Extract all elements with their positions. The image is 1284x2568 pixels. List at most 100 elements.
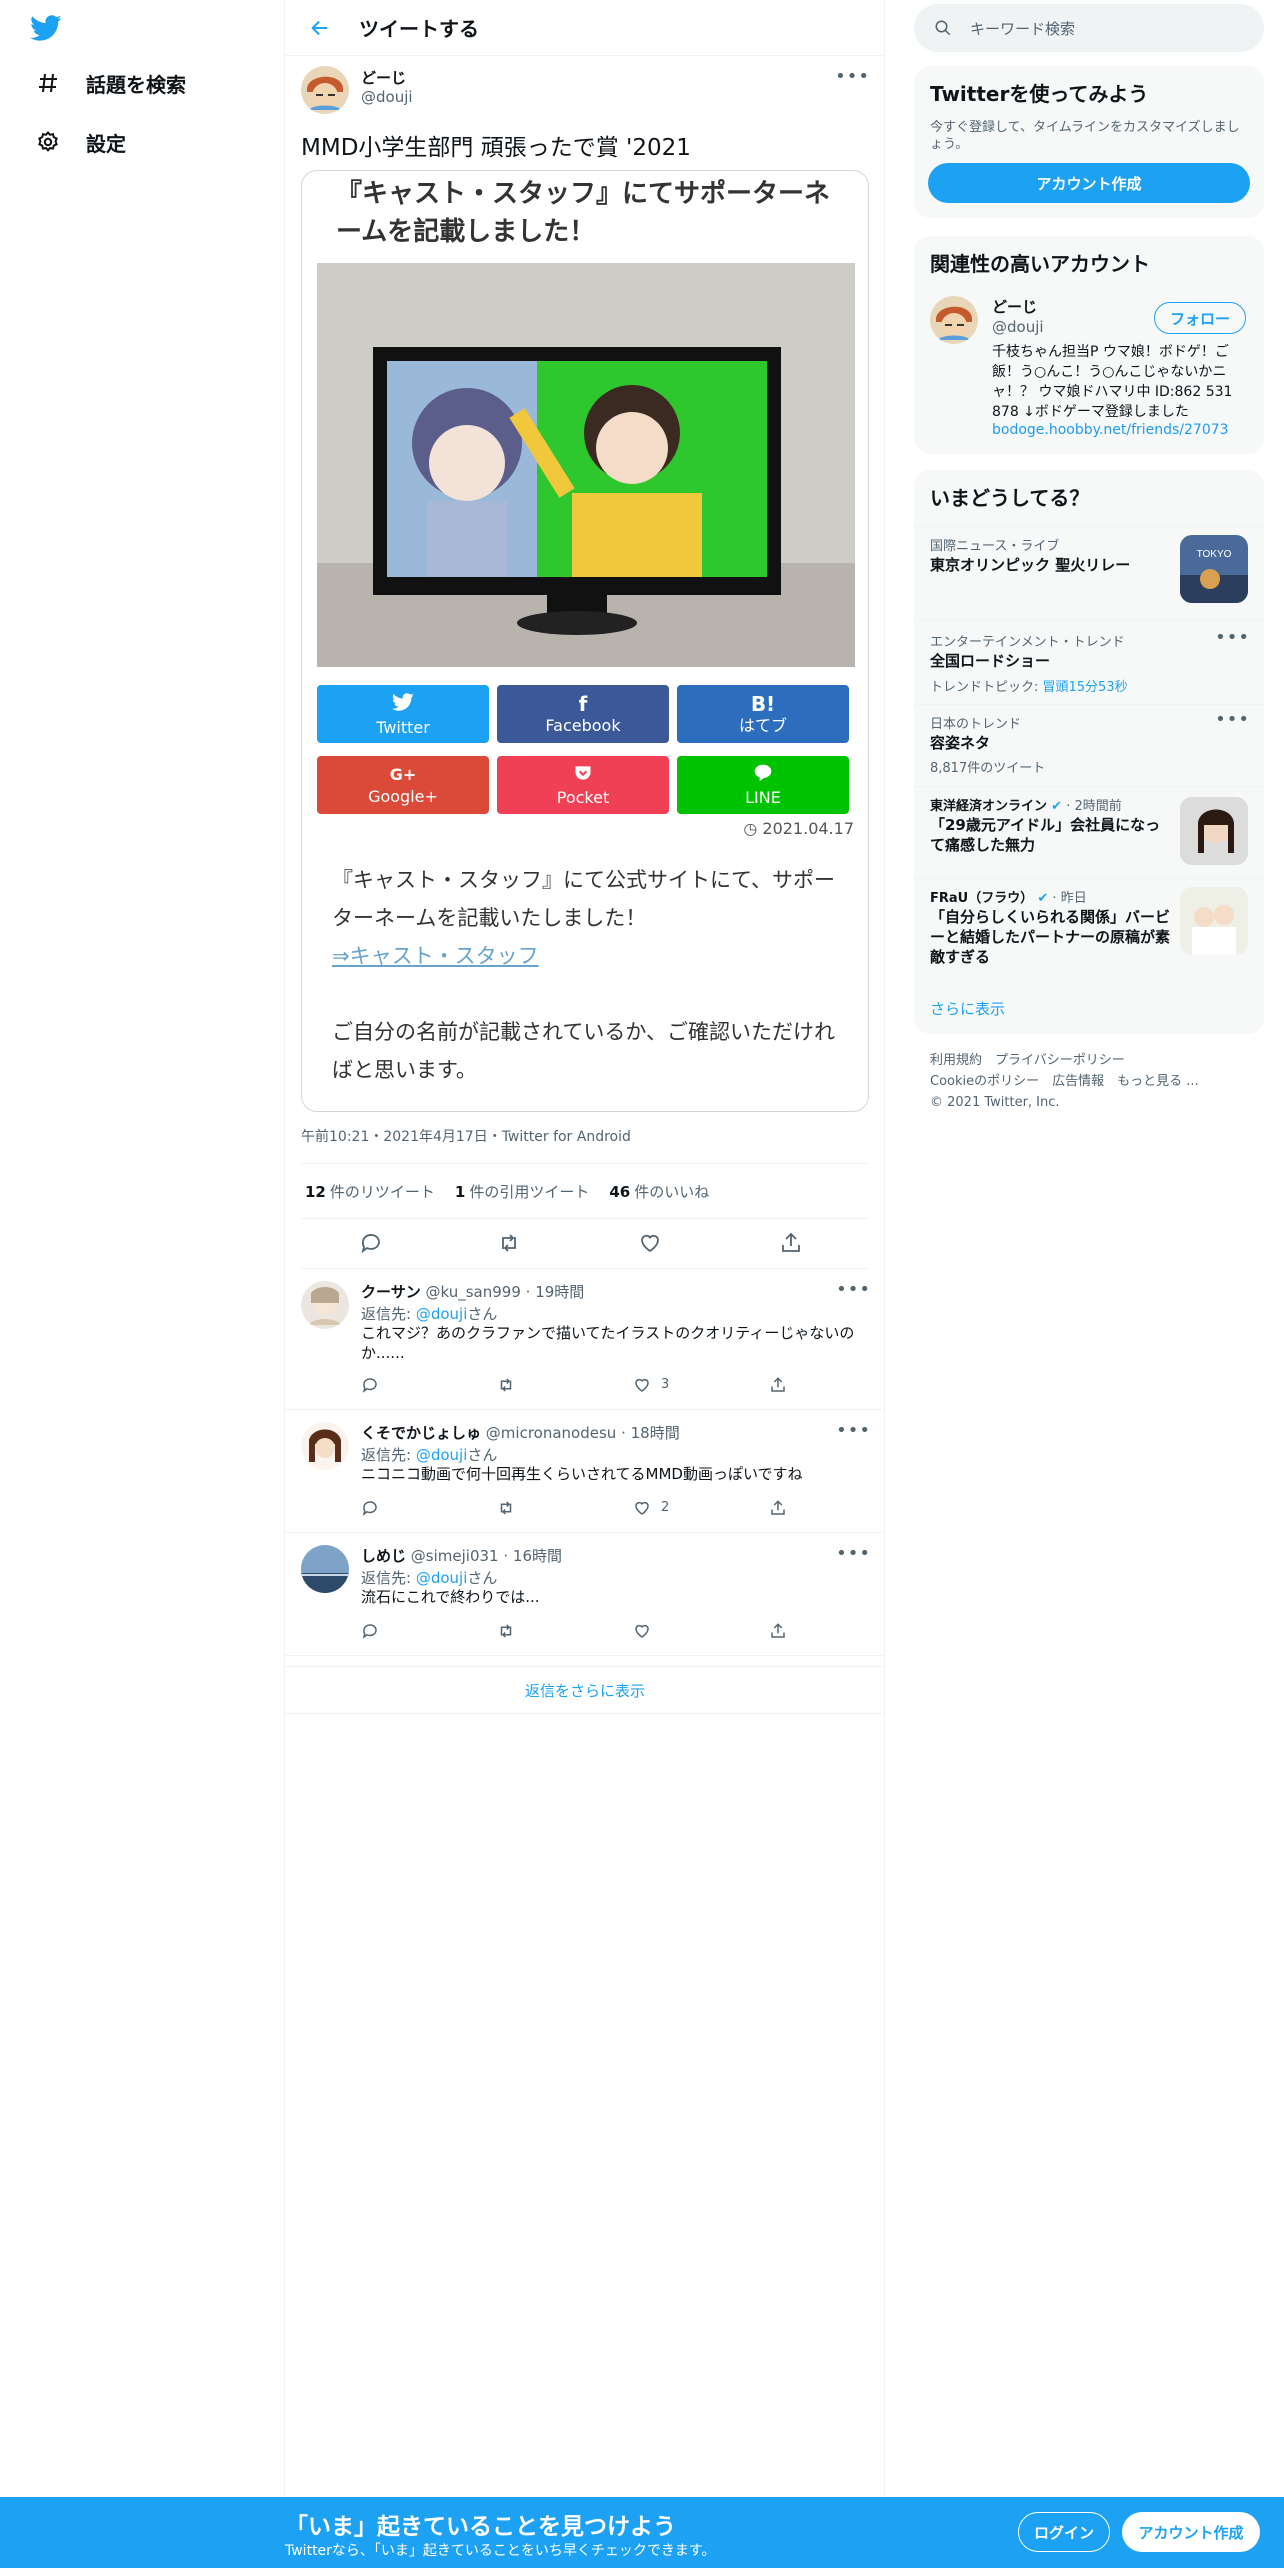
more-options-icon[interactable]: ••• — [1215, 627, 1250, 648]
reply-icon[interactable] — [361, 1498, 381, 1518]
more-options-icon[interactable]: ••• — [836, 1420, 871, 1441]
trend-category: エンターテインメント・トレンド — [930, 635, 1125, 650]
news-source: 東洋経済オンライン ✔ · 2時間前 — [930, 795, 1122, 814]
reply-to-suffix: さん — [467, 1446, 498, 1464]
reply-separator: · — [616, 1424, 631, 1442]
show-more-replies-button[interactable]: 返信をさらに表示 — [285, 1666, 885, 1714]
reply-icon[interactable] — [359, 1231, 385, 1257]
trends-show-more[interactable]: さらに表示 — [930, 998, 1005, 1019]
related-link[interactable]: bodoge.hoobby.net/friends/27073 — [992, 422, 1229, 438]
share-icon[interactable] — [779, 1231, 805, 1257]
reply-to-link[interactable]: @douji — [416, 1569, 468, 1587]
card-date-text: 2021.04.17 — [762, 819, 854, 838]
more-options-icon[interactable]: ••• — [836, 1279, 871, 1300]
share-facebook-label: Facebook — [545, 716, 621, 735]
card-body-text: 『キャスト・スタッフ』にて公式サイトにて、サポーターネームを記載いたしました！ — [332, 868, 835, 930]
bottom-signup-bar: 「いま」起きていることを見つけよう Twitterなら、「いま」起きていることを… — [0, 2497, 1284, 2568]
reply-text: 流石にこれで終わりでは... — [361, 1588, 540, 1606]
share-icon[interactable] — [769, 1621, 789, 1641]
clock-icon: ◷ — [743, 819, 763, 838]
author-name[interactable]: どーじ — [361, 67, 406, 88]
trend-item[interactable]: 日本のトレンド 容姿ネタ 8,817件のツイート ••• — [914, 704, 1264, 786]
nav-explore-label: 話題を検索 — [86, 72, 186, 97]
more-options-icon[interactable]: ••• — [836, 1543, 871, 1564]
reply-avatar[interactable] — [301, 1422, 349, 1470]
more-options-icon[interactable]: ••• — [1215, 709, 1250, 730]
news-source: FRaU（フラウ） ✔ · 昨日 — [930, 887, 1087, 906]
reply-name[interactable]: くそでかじょしゅ @micronanodesu · 18時間 — [361, 1422, 680, 1443]
retweet-stat[interactable]: 12 件のリツイート — [305, 1181, 435, 1202]
like-icon[interactable] — [633, 1621, 653, 1641]
footer-links[interactable]: 利用規約 プライバシーポリシー Cookieのポリシー 広告情報 もっと見る .… — [930, 1050, 1199, 1113]
author-avatar[interactable] — [301, 66, 349, 114]
login-button[interactable]: ログイン — [1018, 2512, 1110, 2552]
follow-button[interactable]: フォロー — [1154, 302, 1246, 334]
main-column: ツイートする どーじ @douji ••• MMD小学生部門 頑張ったで賞 '2… — [285, 0, 885, 2568]
trend-sub-link[interactable]: 冒頭15分53秒 — [1043, 680, 1128, 695]
cast-staff-link[interactable]: ⇒キャスト・スタッフ — [332, 944, 539, 968]
reply-item[interactable]: クーサン @ku_san999 · 19時間 ••• 返信先: @doujiさん… — [285, 1269, 885, 1410]
create-account-button[interactable]: アカウント作成 — [928, 163, 1250, 203]
related-handle[interactable]: @douji — [992, 318, 1044, 336]
reply-avatar[interactable] — [301, 1545, 349, 1593]
footer-line-1[interactable]: 利用規約 プライバシーポリシー — [930, 1050, 1199, 1071]
reply-icon[interactable] — [361, 1375, 381, 1395]
share-facebook-button[interactable]: f Facebook — [497, 685, 669, 743]
like-stat[interactable]: 46 件のいいね — [609, 1181, 709, 1202]
reply-handle: @simeji031 — [410, 1547, 499, 1565]
bottom-signup-button[interactable]: アカウント作成 — [1122, 2512, 1260, 2552]
share-twitter-button[interactable]: Twitter — [317, 685, 489, 743]
reply-avatar[interactable] — [301, 1281, 349, 1329]
reply-to-link[interactable]: @douji — [416, 1305, 468, 1323]
retweet-icon[interactable] — [497, 1621, 517, 1641]
share-icon[interactable] — [769, 1498, 789, 1518]
nav-explore[interactable]: 話題を検索 — [34, 61, 186, 105]
trend-item[interactable]: 国際ニュース・ライブ 東京オリンピック 聖火リレー TOKYO — [914, 526, 1264, 620]
reply-to: 返信先: @doujiさん — [361, 1567, 497, 1588]
footer-copyright: © 2021 Twitter, Inc. — [930, 1095, 1060, 1110]
share-pocket-button[interactable]: Pocket — [497, 756, 669, 814]
news-item[interactable]: FRaU（フラウ） ✔ · 昨日 「自分らしくいられる関係」バービーと結婚したパ… — [914, 878, 1264, 982]
share-icon[interactable] — [769, 1375, 789, 1395]
card-date: ◷ 2021.04.17 — [743, 819, 854, 838]
footer-line-2[interactable]: Cookieのポリシー 広告情報 もっと見る ... — [930, 1071, 1199, 1092]
card-photo[interactable] — [317, 263, 855, 667]
reply-to-link[interactable]: @douji — [416, 1446, 468, 1464]
twitter-logo-icon[interactable] — [30, 12, 62, 44]
reply-author: くそでかじょしゅ — [361, 1424, 482, 1442]
search-input[interactable]: キーワード検索 — [914, 4, 1264, 52]
like-count: 46 — [609, 1182, 631, 1201]
retweet-icon[interactable] — [497, 1375, 517, 1395]
reply-separator: · — [498, 1547, 513, 1565]
reply-item[interactable]: しめじ @simeji031 · 16時間 ••• 返信先: @doujiさん … — [285, 1533, 885, 1656]
reply-item[interactable]: くそでかじょしゅ @micronanodesu · 18時間 ••• 返信先: … — [285, 1410, 885, 1533]
twitter-bird-icon — [392, 691, 414, 718]
trend-item[interactable]: エンターテインメント・トレンド 全国ロードショー トレンドトピック: 冒頭15分… — [914, 620, 1264, 704]
more-options-icon[interactable]: ••• — [835, 66, 870, 87]
quote-stat[interactable]: 1 件の引用ツイート — [455, 1181, 589, 1202]
reply-icon[interactable] — [361, 1621, 381, 1641]
news-time: 2時間前 — [1074, 799, 1122, 814]
tweet-card[interactable]: 『キャスト・スタッフ』にてサポーターネームを記載しました！ Twitter f … — [301, 170, 869, 1112]
related-name[interactable]: どーじ — [992, 296, 1037, 317]
news-item[interactable]: 東洋経済オンライン ✔ · 2時間前 「29歳元アイドル」会社員になって痛感した… — [914, 786, 1264, 878]
reply-to-suffix: さん — [467, 1569, 498, 1587]
retweet-icon[interactable] — [497, 1498, 517, 1518]
news-separator: · — [1052, 891, 1061, 906]
author-handle[interactable]: @douji — [361, 88, 413, 106]
share-hatena-button[interactable]: B! はてブ — [677, 685, 849, 743]
like-icon[interactable] — [633, 1498, 653, 1518]
like-icon[interactable] — [633, 1375, 653, 1395]
share-line-button[interactable]: LINE — [677, 756, 849, 814]
retweet-icon[interactable] — [497, 1231, 523, 1257]
googleplus-icon: G+ — [389, 765, 417, 784]
back-arrow-icon[interactable] — [305, 13, 335, 43]
related-avatar[interactable] — [930, 296, 978, 344]
page-title: ツイートする — [359, 17, 479, 41]
reply-name[interactable]: しめじ @simeji031 · 16時間 — [361, 1545, 562, 1566]
signup-title: Twitterを使ってみよう — [930, 82, 1149, 106]
reply-name[interactable]: クーサン @ku_san999 · 19時間 — [361, 1281, 584, 1302]
share-googleplus-button[interactable]: G+ Google+ — [317, 756, 489, 814]
like-icon[interactable] — [638, 1231, 664, 1257]
nav-settings[interactable]: 設定 — [34, 120, 126, 164]
